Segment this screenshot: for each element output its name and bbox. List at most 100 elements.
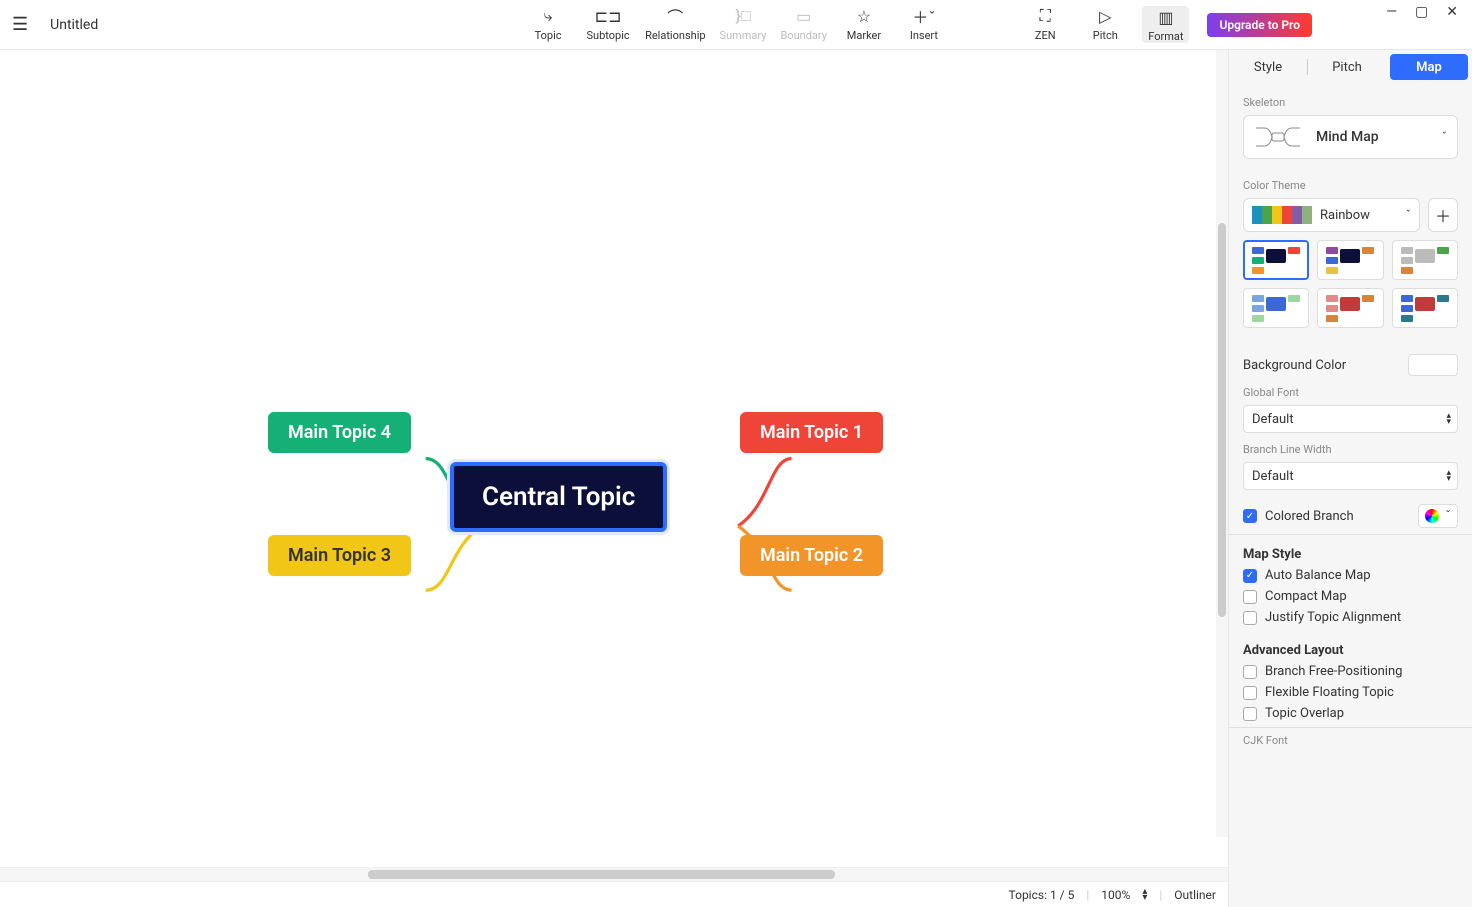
topic-node[interactable]: Main Topic 1 [740, 412, 883, 453]
relationship-icon: ⌒ [667, 7, 683, 25]
vertical-scrollbar[interactable] [1216, 50, 1228, 837]
theme-preset[interactable] [1317, 288, 1383, 328]
justify-alignment-label: Justify Topic Alignment [1265, 610, 1401, 625]
background-color-well[interactable] [1408, 354, 1458, 376]
zen-button[interactable]: ⛶ ZEN [1022, 7, 1068, 42]
flexible-floating-checkbox[interactable] [1243, 686, 1257, 700]
advanced-layout-title: Advanced Layout [1243, 643, 1458, 658]
insert-icon: ＋ˇ [912, 7, 935, 25]
subtopic-icon: ⊏⊐ [595, 7, 622, 25]
background-color-label: Background Color [1243, 358, 1400, 373]
topic-node[interactable]: Main Topic 3 [268, 535, 411, 576]
summary-label: Summary [720, 29, 767, 42]
global-font-value: Default [1252, 412, 1294, 427]
chevron-down-icon: ˇ [1442, 130, 1447, 144]
theme-preset[interactable] [1243, 240, 1309, 280]
branch-free-checkbox[interactable] [1243, 665, 1257, 679]
tab-style[interactable]: Style [1229, 50, 1307, 84]
marker-label: Marker [847, 29, 881, 42]
central-topic-label: Central Topic [482, 482, 635, 512]
color-wheel-icon [1425, 509, 1439, 523]
skeleton-dropdown[interactable]: Mind Map ˇ [1243, 115, 1458, 159]
summary-button: }□ Summary [720, 7, 767, 42]
skeleton-label: Skeleton [1243, 96, 1458, 109]
boundary-label: Boundary [780, 29, 826, 42]
cjk-font-label: CJK Font [1243, 734, 1458, 747]
format-label: Format [1148, 30, 1183, 43]
branch-free-label: Branch Free-Positioning [1265, 664, 1402, 679]
tab-map[interactable]: Map [1390, 54, 1468, 80]
add-theme-button[interactable]: ＋ [1428, 198, 1458, 232]
topic-icon: ⤷ [544, 7, 553, 25]
insert-button[interactable]: ＋ˇ Insert [901, 7, 947, 42]
color-theme-label: Color Theme [1243, 179, 1458, 192]
branch-width-select[interactable]: Default ▴▾ [1243, 462, 1458, 490]
menu-icon[interactable]: ☰ [12, 14, 28, 35]
color-theme-dropdown[interactable]: Rainbow ˇ [1243, 198, 1420, 232]
colored-branch-label: Colored Branch [1265, 509, 1410, 524]
pitch-icon: ▷ [1099, 7, 1111, 25]
auto-balance-label: Auto Balance Map [1265, 568, 1371, 583]
compact-map-label: Compact Map [1265, 589, 1347, 604]
branch-color-picker[interactable]: ˇ [1418, 504, 1458, 528]
topic-button[interactable]: ⤷ Topic [525, 7, 571, 42]
theme-preset[interactable] [1392, 240, 1458, 280]
outliner-tab[interactable]: Outliner [1174, 888, 1216, 902]
skeleton-preview-icon [1250, 120, 1306, 154]
zen-label: ZEN [1035, 29, 1056, 42]
justify-alignment-checkbox[interactable] [1243, 611, 1257, 625]
subtopic-button[interactable]: ⊏⊐ Subtopic [585, 7, 631, 42]
rainbow-swatch [1252, 206, 1312, 224]
topic-label: Main Topic 2 [760, 545, 863, 566]
window-minimize-icon[interactable]: — [1386, 4, 1397, 20]
zen-icon: ⛶ [1040, 7, 1051, 25]
topics-count: Topics: 1 / 5 [1009, 888, 1075, 902]
flexible-floating-label: Flexible Floating Topic [1265, 685, 1394, 700]
chevron-down-icon: ˇ [1406, 208, 1411, 222]
format-icon: ▥ [1158, 8, 1173, 26]
marker-icon: ☆ [857, 7, 871, 25]
topic-node[interactable]: Main Topic 4 [268, 412, 411, 453]
upgrade-button[interactable]: Upgrade to Pro [1207, 13, 1312, 37]
topic-node[interactable]: Main Topic 2 [740, 535, 883, 576]
window-close-icon[interactable]: ✕ [1446, 4, 1458, 20]
map-style-title: Map Style [1243, 547, 1458, 562]
topic-overlap-label: Topic Overlap [1265, 706, 1344, 721]
topic-label: Main Topic 3 [288, 545, 391, 566]
summary-icon: }□ [735, 7, 750, 25]
document-title: Untitled [42, 17, 98, 33]
pitch-label: Pitch [1093, 29, 1118, 42]
zoom-stepper[interactable]: ▴▾ [1142, 889, 1147, 901]
theme-preset[interactable] [1317, 240, 1383, 280]
branch-width-label: Branch Line Width [1243, 443, 1458, 456]
topic-label: Topic [535, 29, 562, 42]
topic-overlap-checkbox[interactable] [1243, 707, 1257, 721]
subtopic-label: Subtopic [586, 29, 629, 42]
insert-label: Insert [910, 29, 938, 42]
pitch-button[interactable]: ▷ Pitch [1082, 7, 1128, 42]
stepper-icon: ▴▾ [1446, 413, 1451, 425]
central-topic[interactable]: Central Topic [450, 462, 667, 532]
mindmap-canvas[interactable]: Central Topic Main Topic 1 Main Topic 2 … [0, 50, 1228, 867]
tab-pitch[interactable]: Pitch [1308, 50, 1386, 84]
boundary-icon: ▭ [796, 7, 811, 25]
relationship-button[interactable]: ⌒ Relationship [645, 7, 705, 42]
window-maximize-icon[interactable]: ▢ [1415, 4, 1428, 20]
colored-branch-checkbox[interactable]: ✓ [1243, 509, 1257, 523]
auto-balance-checkbox[interactable]: ✓ [1243, 569, 1257, 583]
zoom-level[interactable]: 100% [1101, 888, 1130, 902]
theme-preset[interactable] [1392, 288, 1458, 328]
format-button[interactable]: ▥ Format [1142, 6, 1189, 43]
skeleton-value: Mind Map [1316, 129, 1432, 145]
topic-label: Main Topic 4 [288, 422, 391, 443]
global-font-label: Global Font [1243, 386, 1458, 399]
branch-width-value: Default [1252, 469, 1294, 484]
chevron-down-icon: ˇ [1445, 509, 1451, 524]
horizontal-scrollbar[interactable] [0, 867, 1228, 881]
compact-map-checkbox[interactable] [1243, 590, 1257, 604]
color-theme-value: Rainbow [1320, 208, 1398, 223]
theme-preset[interactable] [1243, 288, 1309, 328]
marker-button[interactable]: ☆ Marker [841, 7, 887, 42]
relationship-label: Relationship [645, 29, 705, 42]
global-font-select[interactable]: Default ▴▾ [1243, 405, 1458, 433]
